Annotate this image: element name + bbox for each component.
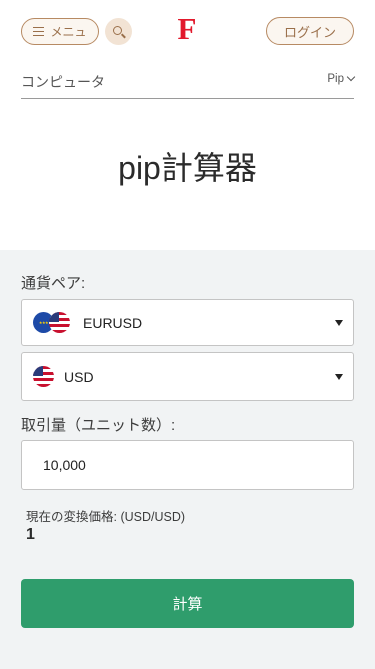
pip-dropdown-label: Pip [327,73,344,85]
login-button[interactable]: ログイン [266,17,354,45]
rate-label: 現在の変換価格: (USD/USD) [26,510,186,524]
chevron-down-icon [346,72,356,82]
pip-dropdown[interactable]: Pip [327,72,356,85]
us-flag-icon [49,312,70,333]
sub-navigation: コンピュータ Pip [21,62,356,99]
currency-pair-value: EURUSD [83,314,143,331]
page-title: pip計算器 [118,150,257,186]
search-icon [113,26,122,35]
menu-button[interactable]: メニュ [21,18,99,45]
top-bar: メニュ F ログイン [0,0,375,62]
hamburger-icon [33,27,45,36]
menu-label: メニュ [50,25,87,39]
currency-pair-select[interactable]: ★★★ EURUSD [21,299,354,346]
currency-pair-label: 通貨ペア: [21,275,86,292]
us-flag-icon [33,366,54,387]
account-currency-select[interactable]: USD [21,352,354,401]
breadcrumb[interactable]: コンピュータ [21,72,105,92]
logo[interactable]: F [175,12,199,46]
account-currency-value: USD [64,368,94,385]
caret-down-icon [335,319,343,326]
units-input[interactable] [21,440,354,490]
units-label: 取引量（ユニット数）: [21,417,176,434]
rate-value: 1 [26,526,35,543]
search-button[interactable] [105,18,132,45]
caret-down-icon [335,373,343,380]
calculate-button[interactable]: 計算 [21,579,354,628]
